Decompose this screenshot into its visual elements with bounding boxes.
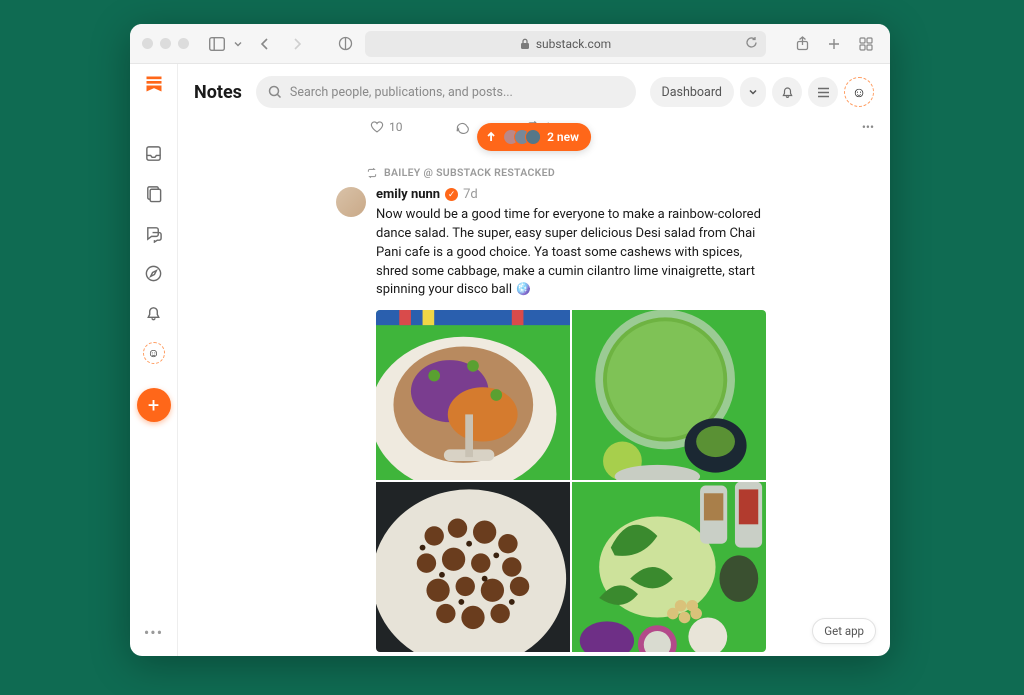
dashboard-menu-chevron[interactable] bbox=[740, 77, 766, 107]
post-image-grid bbox=[376, 310, 766, 652]
chevron-down-icon bbox=[748, 88, 758, 96]
post-text: Now would be a good time for everyone to… bbox=[376, 206, 766, 300]
more-actions-button[interactable]: ••• bbox=[862, 120, 874, 134]
dashboard-button[interactable]: Dashboard bbox=[650, 77, 734, 107]
new-pill-avatars bbox=[503, 129, 541, 145]
restack-attribution[interactable]: BAILEY @ SUBSTACK RESTACKED bbox=[366, 166, 766, 179]
comment-icon bbox=[455, 120, 469, 134]
share-icon[interactable] bbox=[790, 32, 814, 56]
restack-text: BAILEY @ SUBSTACK RESTACKED bbox=[384, 166, 555, 179]
author-avatar[interactable] bbox=[336, 187, 366, 217]
url-host: substack.com bbox=[536, 37, 611, 51]
search-icon bbox=[268, 85, 282, 99]
inbox-icon[interactable] bbox=[143, 142, 165, 164]
search-input[interactable]: Search people, publications, and posts..… bbox=[256, 76, 636, 108]
browser-window: substack.com bbox=[130, 24, 890, 656]
refresh-icon[interactable] bbox=[745, 36, 758, 52]
feed: 10 1 ••• bbox=[178, 120, 890, 656]
new-tab-icon[interactable] bbox=[822, 32, 846, 56]
arrow-up-icon bbox=[485, 131, 497, 143]
explore-icon[interactable] bbox=[143, 262, 165, 284]
page-title: Notes bbox=[194, 82, 242, 103]
substack-logo[interactable] bbox=[144, 74, 164, 94]
post-image-1[interactable] bbox=[376, 310, 570, 480]
bell-icon bbox=[780, 85, 795, 100]
like-button[interactable]: 10 bbox=[370, 120, 403, 134]
post: BAILEY @ SUBSTACK RESTACKED emily nunn ✓… bbox=[336, 166, 766, 656]
post-image-3[interactable] bbox=[376, 482, 570, 652]
post-image-2[interactable] bbox=[572, 310, 766, 480]
comment-button[interactable] bbox=[455, 120, 474, 134]
notifications-button[interactable] bbox=[772, 77, 802, 107]
post-timestamp: 7d bbox=[463, 187, 478, 202]
chevron-down-icon[interactable] bbox=[231, 32, 245, 56]
titlebar: substack.com bbox=[130, 24, 890, 64]
window-controls[interactable] bbox=[142, 38, 189, 49]
heart-icon bbox=[370, 120, 384, 134]
get-app-label: Get app bbox=[824, 624, 864, 638]
prev-post-actions: 10 1 ••• bbox=[370, 120, 874, 144]
app-content: ☺ + ••• Notes Search people, publication… bbox=[130, 64, 890, 656]
dashboard-label: Dashboard bbox=[662, 85, 722, 100]
minimize-dot[interactable] bbox=[160, 38, 171, 49]
hamburger-icon bbox=[816, 86, 831, 99]
back-icon[interactable] bbox=[253, 32, 277, 56]
new-pill-label: 2 new bbox=[547, 130, 579, 144]
search-placeholder: Search people, publications, and posts..… bbox=[290, 85, 513, 100]
chat-icon[interactable] bbox=[143, 222, 165, 244]
forward-icon[interactable] bbox=[285, 32, 309, 56]
restack-icon bbox=[366, 167, 378, 179]
sidebar-toggle-icon[interactable] bbox=[205, 32, 229, 56]
notifications-bell-icon[interactable] bbox=[143, 302, 165, 324]
lock-icon bbox=[520, 38, 530, 50]
post-image-4[interactable] bbox=[572, 482, 766, 652]
get-app-button[interactable]: Get app bbox=[812, 618, 876, 644]
zoom-dot[interactable] bbox=[178, 38, 189, 49]
topbar: Notes Search people, publications, and p… bbox=[178, 64, 890, 120]
tabs-overview-icon[interactable] bbox=[854, 32, 878, 56]
new-posts-pill[interactable]: 2 new bbox=[477, 123, 591, 151]
menu-button[interactable] bbox=[808, 77, 838, 107]
like-count: 10 bbox=[389, 120, 403, 134]
profile-avatar-small[interactable]: ☺ bbox=[143, 342, 165, 364]
url-bar[interactable]: substack.com bbox=[365, 31, 766, 57]
author-name[interactable]: emily nunn bbox=[376, 187, 440, 202]
notes-stack-icon[interactable] bbox=[143, 182, 165, 204]
profile-avatar[interactable]: ☺ bbox=[844, 77, 874, 107]
sidebar: ☺ + ••• bbox=[130, 64, 178, 656]
shield-icon[interactable] bbox=[333, 32, 357, 56]
compose-button[interactable]: + bbox=[137, 388, 171, 422]
verified-badge-icon: ✓ bbox=[445, 188, 458, 201]
more-icon[interactable]: ••• bbox=[144, 623, 163, 642]
close-dot[interactable] bbox=[142, 38, 153, 49]
main-area: Notes Search people, publications, and p… bbox=[178, 64, 890, 656]
